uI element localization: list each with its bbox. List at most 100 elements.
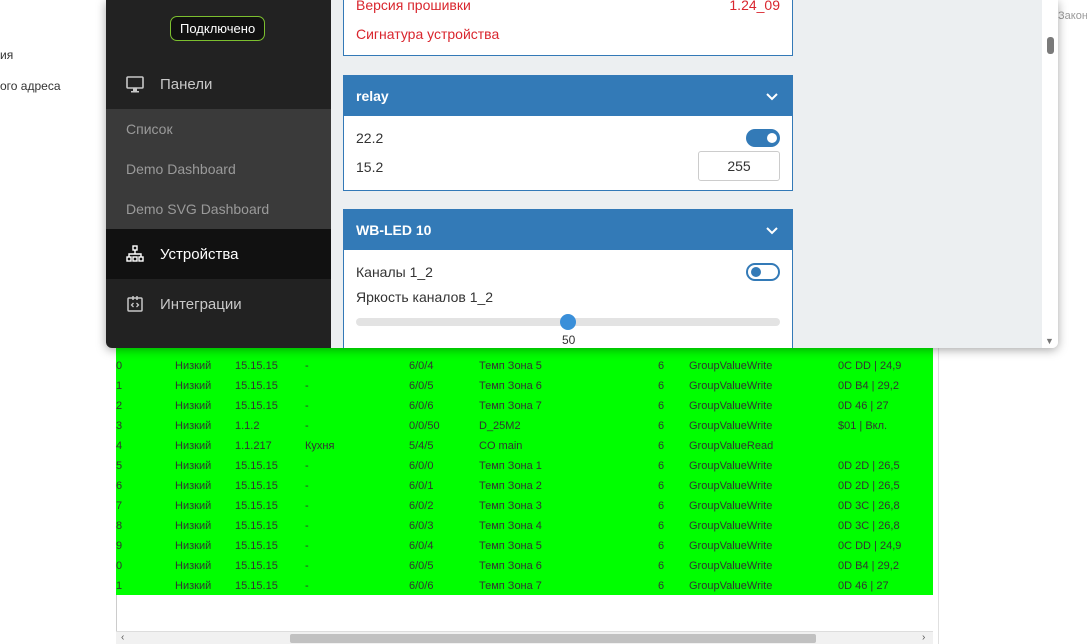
table-row[interactable]: 2 Низкий 15.15.15 - 6/0/6 Темп Зона 7 6 GroupVa… bbox=[116, 396, 933, 416]
table-row[interactable]: 3 Низкий 1.1.2 - 0/0/50 D_25M2 6 GroupValueWrit… bbox=[116, 416, 933, 436]
wb-led-card-header[interactable]: WB-LED 10 bbox=[344, 210, 792, 250]
table-cell: 0 bbox=[116, 360, 123, 372]
screen: ия ого адреса Закон 0 Низкий 15.15.15 - 6/0/… bbox=[0, 0, 1087, 644]
table-row[interactable]: 7 Низкий 15.15.15 - 6/0/2 Темп Зона 3 6 GroupVa… bbox=[116, 496, 933, 516]
table-cell: 15.15.15 bbox=[235, 360, 278, 372]
table-cell: Темп Зона 3 bbox=[479, 500, 542, 512]
submenu-item-list[interactable]: Список bbox=[126, 121, 173, 137]
firmware-value: 1.24_09 bbox=[729, 0, 780, 13]
table-cell: 9 bbox=[116, 540, 123, 552]
table-cell: 6 bbox=[658, 380, 665, 392]
relay-row2-label: 15.2 bbox=[356, 159, 384, 175]
table-row[interactable]: 0 Низкий 15.15.15 - 6/0/4 Темп Зона 5 6 GroupVa… bbox=[116, 356, 933, 376]
table-cell: 6/0/6 bbox=[409, 580, 434, 592]
relay-card-header[interactable]: relay bbox=[344, 76, 792, 116]
chevron-down-icon[interactable] bbox=[766, 90, 778, 102]
table-row[interactable]: 1 Низкий 15.15.15 - 6/0/5 Темп Зона 6 6 GroupVa… bbox=[116, 376, 933, 396]
background-left-panel: ия ого адреса bbox=[0, 0, 116, 644]
table-cell: - bbox=[305, 560, 309, 572]
table-cell: 15.15.15 bbox=[235, 460, 278, 472]
wb-led-card: WB-LED 10 Каналы 1_2 Яркость каналов 1_2… bbox=[343, 209, 793, 348]
table-cell: GroupValueWrite bbox=[689, 400, 773, 412]
sidebar-item-integrations[interactable]: Интеграции bbox=[106, 279, 331, 329]
table-cell: 6/0/4 bbox=[409, 360, 434, 372]
signature-label: Сигнатура устройства bbox=[356, 26, 500, 42]
table-cell: Низкий bbox=[175, 520, 212, 532]
telegram-table: 0 Низкий 15.15.15 - 6/0/4 Темп Зона 5 6 GroupVa… bbox=[116, 344, 933, 595]
table-cell: 15.15.15 bbox=[235, 480, 278, 492]
table-row[interactable]: 9 Низкий 15.15.15 - 6/0/4 Темп Зона 5 6 GroupVa… bbox=[116, 536, 933, 556]
table-empty-area bbox=[116, 595, 933, 631]
table-cell: 6 bbox=[116, 480, 123, 492]
channels-toggle[interactable] bbox=[746, 263, 780, 281]
scroll-down-icon[interactable]: ▼ bbox=[1045, 336, 1054, 346]
table-cell: GroupValueRead bbox=[689, 440, 774, 452]
sidebar-item-panels[interactable]: Панели bbox=[106, 59, 331, 109]
table-cell: 6/0/3 bbox=[409, 520, 434, 532]
brightness-value: 50 bbox=[562, 333, 576, 347]
table-cell: 6/0/1 bbox=[409, 480, 434, 492]
relay-row1-label: 22.2 bbox=[356, 130, 384, 146]
table-cell: Кухня bbox=[305, 440, 335, 452]
relay-row1-toggle[interactable] bbox=[746, 129, 780, 147]
status-badge: Подключено bbox=[170, 16, 266, 41]
background-left-text: ого адреса bbox=[0, 79, 61, 93]
table-cell: Темп Зона 4 bbox=[479, 520, 542, 532]
integrations-icon bbox=[125, 294, 145, 314]
table-row[interactable]: 6 Низкий 15.15.15 - 6/0/1 Темп Зона 2 6 GroupVa… bbox=[116, 476, 933, 496]
device-info-card: Версия прошивки 1.24_09 Сигнатура устрой… bbox=[343, 0, 793, 56]
table-cell: 6/0/5 bbox=[409, 560, 434, 572]
table-cell: Низкий bbox=[175, 540, 212, 552]
submenu-item-demo-dashboard[interactable]: Demo Dashboard bbox=[126, 161, 236, 177]
toggle-knob bbox=[767, 133, 777, 143]
horizontal-scrollbar[interactable]: ‹ › bbox=[116, 631, 933, 644]
wb-led-card-title: WB-LED 10 bbox=[356, 222, 432, 238]
table-cell: 1.1.217 bbox=[235, 440, 272, 452]
scroll-right-icon[interactable]: › bbox=[922, 632, 925, 644]
sidebar-item-devices[interactable]: Устройства bbox=[106, 229, 331, 279]
table-cell: 0D 2D | 26,5 bbox=[838, 480, 900, 492]
table-cell: Низкий bbox=[175, 360, 212, 372]
table-cell: D_25M2 bbox=[479, 420, 521, 432]
table-cell: Темп Зона 5 bbox=[479, 360, 542, 372]
table-cell: - bbox=[305, 420, 309, 432]
table-cell: 6 bbox=[658, 360, 665, 372]
table-row[interactable]: 4 Низкий 1.1.217 Кухня 5/4/5 CO main 6 GroupVal… bbox=[116, 436, 933, 456]
table-cell: 0D 3C | 26,8 bbox=[838, 520, 900, 532]
table-cell: - bbox=[305, 520, 309, 532]
table-cell: 6/0/5 bbox=[409, 380, 434, 392]
table-row[interactable]: 0 Низкий 15.15.15 - 6/0/5 Темп Зона 6 6 GroupVa… bbox=[116, 556, 933, 576]
table-cell: 1.1.2 bbox=[235, 420, 260, 432]
vertical-scrollbar[interactable]: ▼ bbox=[1042, 0, 1058, 348]
relay-card: relay 22.2 15.2 255 bbox=[343, 75, 793, 191]
table-cell: 0D B4 | 29,2 bbox=[838, 380, 899, 392]
table-cell: 6/0/4 bbox=[409, 540, 434, 552]
table-cell: 6/0/6 bbox=[409, 400, 434, 412]
table-cell: 15.15.15 bbox=[235, 400, 278, 412]
table-cell: $01 | Вкл. bbox=[838, 420, 888, 432]
table-row[interactable]: 5 Низкий 15.15.15 - 6/0/0 Темп Зона 1 6 GroupVa… bbox=[116, 456, 933, 476]
table-row[interactable]: 8 Низкий 15.15.15 - 6/0/3 Темп Зона 4 6 GroupVa… bbox=[116, 516, 933, 536]
table-cell: 15.15.15 bbox=[235, 540, 278, 552]
toggle-knob bbox=[751, 267, 761, 277]
vertical-scroll-thumb[interactable] bbox=[1047, 37, 1054, 54]
table-cell: 8 bbox=[116, 520, 123, 532]
brightness-slider-thumb[interactable] bbox=[560, 314, 576, 330]
table-cell: 15.15.15 bbox=[235, 580, 278, 592]
table-cell: Темп Зона 2 bbox=[479, 480, 542, 492]
table-cell: 15.15.15 bbox=[235, 520, 278, 532]
device-window: Подключено Панели Список Demo Dashboard … bbox=[106, 0, 1058, 348]
table-cell: 6/0/0 bbox=[409, 460, 434, 472]
panels-submenu: Список Demo Dashboard Demo SVG Dashboard bbox=[106, 109, 331, 229]
table-cell: 3 bbox=[116, 420, 123, 432]
table-cell: Низкий bbox=[175, 460, 212, 472]
relay-row2-input[interactable]: 255 bbox=[698, 151, 780, 181]
submenu-item-demo-svg-dashboard[interactable]: Demo SVG Dashboard bbox=[126, 201, 269, 217]
chevron-down-icon[interactable] bbox=[766, 224, 778, 236]
scroll-left-icon[interactable]: ‹ bbox=[121, 632, 124, 644]
table-cell: GroupValueWrite bbox=[689, 560, 773, 572]
table-row[interactable]: 1 Низкий 15.15.15 - 6/0/6 Темп Зона 7 6 GroupVa… bbox=[116, 576, 933, 595]
table-cell: Низкий bbox=[175, 440, 212, 452]
table-cell: GroupValueWrite bbox=[689, 480, 773, 492]
horizontal-scroll-thumb[interactable] bbox=[290, 634, 816, 643]
